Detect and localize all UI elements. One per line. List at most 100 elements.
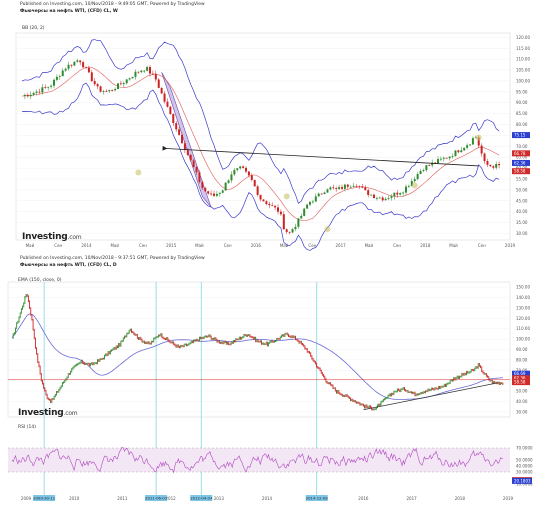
x-tick-label: Май [449, 243, 458, 248]
candle-body [428, 165, 431, 167]
y-tick-label: 30.00 [516, 409, 528, 414]
x-tick-label: 2016 [358, 496, 369, 501]
x-tick-label: Сен [393, 243, 401, 248]
candle-body [256, 186, 259, 195]
marker-dot [411, 182, 418, 189]
candle-body [480, 145, 483, 154]
x-tick-label: 2018 [455, 496, 466, 501]
candle-body [373, 194, 375, 199]
candle-body [274, 205, 277, 208]
candle-body [471, 138, 474, 145]
y-tick-label: 45.00 [516, 198, 528, 203]
x-tick-label: Сен [54, 243, 62, 248]
candle-body [47, 86, 50, 88]
ema-line [11, 313, 503, 401]
marker-dot [324, 226, 331, 233]
candle-body [87, 67, 90, 73]
candle-body [32, 92, 35, 95]
candle-body [457, 150, 460, 153]
y-tick-label: 85.00 [516, 111, 528, 116]
x-tick-label: Май [280, 243, 289, 248]
candle-body [250, 175, 253, 180]
candle-body [221, 190, 224, 193]
candle-body [236, 168, 239, 171]
x-tick-label: 2014 [262, 496, 273, 501]
candle-body [262, 199, 265, 202]
candle-body [230, 174, 233, 181]
candle-body [311, 201, 314, 203]
candle-body [390, 196, 393, 199]
candle-body [495, 164, 498, 168]
candle-body [279, 211, 282, 215]
candle-body [498, 164, 501, 166]
candle-body [407, 185, 410, 187]
y-tick-label: 150.00 [516, 285, 530, 290]
candle-body [102, 91, 105, 93]
candle-body [245, 167, 247, 172]
daily-price-chart[interactable]: 150.00 140.00 130.00 120.00 110.00 100.00 90.0… [0, 252, 550, 509]
candle-body [309, 201, 311, 205]
candle-body [253, 179, 256, 187]
y-tick-label: 95.00 [516, 89, 528, 94]
candle-body [419, 171, 422, 175]
date-marker-label: 2014-12-08 [306, 496, 329, 501]
candle-body [137, 71, 140, 73]
date-marker-label: 2011-06-03 [145, 496, 168, 501]
candle-body [50, 85, 53, 87]
candle-body [346, 184, 349, 187]
candle-body [70, 64, 73, 66]
date-marker-label: 2009-30-11 [33, 496, 56, 501]
y-tick-label: 100.00 [516, 78, 530, 83]
candle-body [201, 181, 204, 189]
candle-body [378, 197, 381, 199]
y-tick-label: 110.00 [516, 326, 530, 331]
candle-body [149, 67, 151, 74]
y-tick-label: 120.00 [516, 35, 530, 40]
weekly-chart-panel: Published on Investing.com, 10/Nov/2018 … [0, 0, 550, 252]
candle-body [402, 192, 405, 194]
candle-body [198, 172, 201, 182]
y-tick-label: 140.00 [516, 295, 530, 300]
bb-lower-band [21, 82, 500, 251]
candle-body [364, 187, 367, 191]
candle-body [178, 129, 181, 135]
candle-body [58, 76, 61, 77]
candle-body [486, 161, 489, 165]
candle-body [67, 64, 70, 69]
candle-body [131, 76, 134, 79]
candle-body [460, 150, 463, 153]
rsi-tick-label: 40.0000 [516, 464, 533, 469]
candle-body [44, 87, 47, 89]
x-tick-label: 2019 [503, 496, 514, 501]
candle-body [387, 198, 390, 199]
rsi-tick-label: 50.0000 [516, 458, 533, 463]
candle-body [105, 91, 108, 93]
candle-body [79, 60, 82, 63]
candle-body [291, 229, 294, 233]
y-tick-label: 50.00 [516, 389, 528, 394]
candle-body [405, 186, 407, 193]
candle-body [224, 182, 227, 191]
weekly-price-chart[interactable]: 120.00 115.00 110.00 105.00 100.00 95.00 90.00… [0, 0, 550, 252]
candle-body [268, 203, 271, 206]
candle-body [393, 192, 396, 197]
y-tick-label: 80.00 [516, 122, 528, 127]
candle-body [61, 70, 64, 77]
daily-chart-panel: Published on Investing.com, 10/Nov/2018 … [0, 252, 550, 509]
y-tick-label: 115.00 [516, 46, 530, 51]
y-tick-label: 40.00 [516, 209, 528, 214]
candle-body [163, 93, 166, 102]
x-tick-label: 2018 [420, 243, 431, 248]
candle-body [442, 157, 445, 159]
candle-body [29, 94, 32, 97]
candle-body [355, 185, 358, 187]
candle-body [146, 67, 149, 71]
x-tick-label: Сен [139, 243, 147, 248]
price-badge-label: 62.36 [514, 160, 526, 165]
candle-body [314, 196, 317, 202]
candle-body [117, 83, 119, 90]
y-tick-label: 55.00 [516, 176, 528, 181]
candle-body [128, 78, 131, 80]
candle-body [265, 201, 268, 204]
candle-body [247, 171, 250, 176]
